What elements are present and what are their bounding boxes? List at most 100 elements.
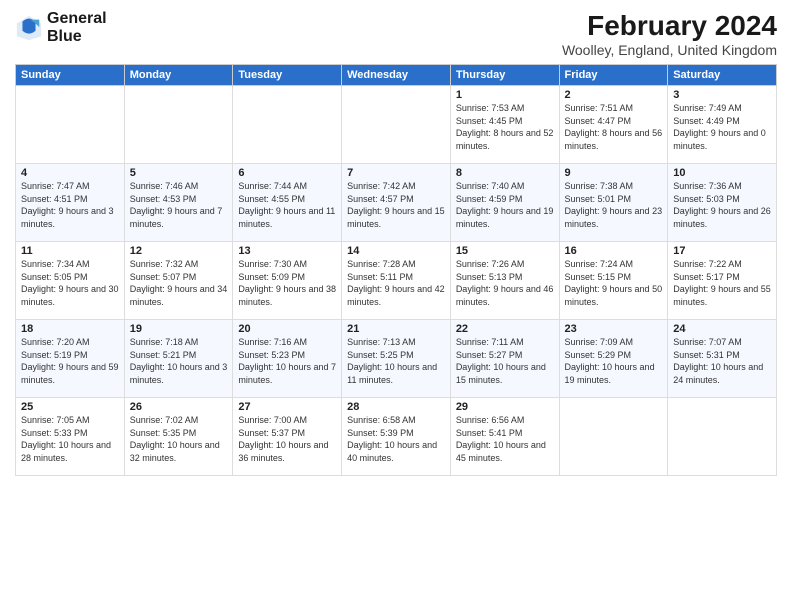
page: General Blue February 2024 Woolley, Engl… <box>0 0 792 612</box>
header: General Blue February 2024 Woolley, Engl… <box>15 10 777 58</box>
weekday-header: Thursday <box>450 65 559 86</box>
day-number: 11 <box>21 245 119 257</box>
calendar-cell: 5Sunrise: 7:46 AMSunset: 4:53 PMDaylight… <box>124 164 233 242</box>
day-number: 19 <box>130 323 228 335</box>
weekday-header: Wednesday <box>342 65 451 86</box>
day-number: 1 <box>456 89 554 101</box>
day-info: Sunrise: 7:18 AMSunset: 5:21 PMDaylight:… <box>130 336 228 386</box>
calendar-cell: 7Sunrise: 7:42 AMSunset: 4:57 PMDaylight… <box>342 164 451 242</box>
calendar-cell <box>16 86 125 164</box>
calendar-cell: 28Sunrise: 6:58 AMSunset: 5:39 PMDayligh… <box>342 398 451 476</box>
calendar-cell: 1Sunrise: 7:53 AMSunset: 4:45 PMDaylight… <box>450 86 559 164</box>
calendar-cell <box>559 398 668 476</box>
day-number: 29 <box>456 401 554 413</box>
calendar-week-row: 25Sunrise: 7:05 AMSunset: 5:33 PMDayligh… <box>16 398 777 476</box>
day-info: Sunrise: 7:28 AMSunset: 5:11 PMDaylight:… <box>347 258 445 308</box>
day-info: Sunrise: 7:47 AMSunset: 4:51 PMDaylight:… <box>21 180 119 230</box>
day-info: Sunrise: 7:20 AMSunset: 5:19 PMDaylight:… <box>21 336 119 386</box>
calendar-cell: 9Sunrise: 7:38 AMSunset: 5:01 PMDaylight… <box>559 164 668 242</box>
calendar-cell: 19Sunrise: 7:18 AMSunset: 5:21 PMDayligh… <box>124 320 233 398</box>
day-number: 20 <box>238 323 336 335</box>
day-info: Sunrise: 7:11 AMSunset: 5:27 PMDaylight:… <box>456 336 554 386</box>
day-info: Sunrise: 6:58 AMSunset: 5:39 PMDaylight:… <box>347 414 445 464</box>
calendar-cell: 22Sunrise: 7:11 AMSunset: 5:27 PMDayligh… <box>450 320 559 398</box>
calendar-cell: 21Sunrise: 7:13 AMSunset: 5:25 PMDayligh… <box>342 320 451 398</box>
calendar-cell: 15Sunrise: 7:26 AMSunset: 5:13 PMDayligh… <box>450 242 559 320</box>
calendar-cell <box>233 86 342 164</box>
day-info: Sunrise: 7:22 AMSunset: 5:17 PMDaylight:… <box>673 258 771 308</box>
weekday-header: Tuesday <box>233 65 342 86</box>
calendar-cell <box>124 86 233 164</box>
day-info: Sunrise: 7:24 AMSunset: 5:15 PMDaylight:… <box>565 258 663 308</box>
calendar-week-row: 4Sunrise: 7:47 AMSunset: 4:51 PMDaylight… <box>16 164 777 242</box>
day-number: 9 <box>565 167 663 179</box>
calendar-header-row: SundayMondayTuesdayWednesdayThursdayFrid… <box>16 65 777 86</box>
day-number: 26 <box>130 401 228 413</box>
calendar-cell: 20Sunrise: 7:16 AMSunset: 5:23 PMDayligh… <box>233 320 342 398</box>
calendar-week-row: 11Sunrise: 7:34 AMSunset: 5:05 PMDayligh… <box>16 242 777 320</box>
day-info: Sunrise: 7:40 AMSunset: 4:59 PMDaylight:… <box>456 180 554 230</box>
day-number: 21 <box>347 323 445 335</box>
day-info: Sunrise: 7:34 AMSunset: 5:05 PMDaylight:… <box>21 258 119 308</box>
day-number: 4 <box>21 167 119 179</box>
day-info: Sunrise: 7:16 AMSunset: 5:23 PMDaylight:… <box>238 336 336 386</box>
calendar-week-row: 18Sunrise: 7:20 AMSunset: 5:19 PMDayligh… <box>16 320 777 398</box>
day-info: Sunrise: 7:32 AMSunset: 5:07 PMDaylight:… <box>130 258 228 308</box>
calendar-cell: 3Sunrise: 7:49 AMSunset: 4:49 PMDaylight… <box>668 86 777 164</box>
day-number: 10 <box>673 167 771 179</box>
day-info: Sunrise: 7:42 AMSunset: 4:57 PMDaylight:… <box>347 180 445 230</box>
logo: General Blue <box>15 10 107 45</box>
weekday-header: Saturday <box>668 65 777 86</box>
day-number: 15 <box>456 245 554 257</box>
day-info: Sunrise: 7:00 AMSunset: 5:37 PMDaylight:… <box>238 414 336 464</box>
day-number: 6 <box>238 167 336 179</box>
calendar: SundayMondayTuesdayWednesdayThursdayFrid… <box>15 64 777 476</box>
day-number: 2 <box>565 89 663 101</box>
day-number: 12 <box>130 245 228 257</box>
day-info: Sunrise: 7:51 AMSunset: 4:47 PMDaylight:… <box>565 102 663 152</box>
weekday-header: Friday <box>559 65 668 86</box>
calendar-cell: 17Sunrise: 7:22 AMSunset: 5:17 PMDayligh… <box>668 242 777 320</box>
day-number: 13 <box>238 245 336 257</box>
main-title: February 2024 <box>562 10 777 42</box>
calendar-cell: 26Sunrise: 7:02 AMSunset: 5:35 PMDayligh… <box>124 398 233 476</box>
weekday-header: Sunday <box>16 65 125 86</box>
calendar-cell: 18Sunrise: 7:20 AMSunset: 5:19 PMDayligh… <box>16 320 125 398</box>
calendar-cell: 14Sunrise: 7:28 AMSunset: 5:11 PMDayligh… <box>342 242 451 320</box>
calendar-cell: 11Sunrise: 7:34 AMSunset: 5:05 PMDayligh… <box>16 242 125 320</box>
day-info: Sunrise: 7:02 AMSunset: 5:35 PMDaylight:… <box>130 414 228 464</box>
day-info: Sunrise: 7:36 AMSunset: 5:03 PMDaylight:… <box>673 180 771 230</box>
day-info: Sunrise: 7:53 AMSunset: 4:45 PMDaylight:… <box>456 102 554 152</box>
day-number: 28 <box>347 401 445 413</box>
day-info: Sunrise: 7:09 AMSunset: 5:29 PMDaylight:… <box>565 336 663 386</box>
day-number: 5 <box>130 167 228 179</box>
calendar-cell: 24Sunrise: 7:07 AMSunset: 5:31 PMDayligh… <box>668 320 777 398</box>
calendar-cell: 4Sunrise: 7:47 AMSunset: 4:51 PMDaylight… <box>16 164 125 242</box>
calendar-cell: 25Sunrise: 7:05 AMSunset: 5:33 PMDayligh… <box>16 398 125 476</box>
weekday-header: Monday <box>124 65 233 86</box>
calendar-week-row: 1Sunrise: 7:53 AMSunset: 4:45 PMDaylight… <box>16 86 777 164</box>
day-info: Sunrise: 7:07 AMSunset: 5:31 PMDaylight:… <box>673 336 771 386</box>
calendar-cell: 2Sunrise: 7:51 AMSunset: 4:47 PMDaylight… <box>559 86 668 164</box>
calendar-cell: 16Sunrise: 7:24 AMSunset: 5:15 PMDayligh… <box>559 242 668 320</box>
calendar-cell: 23Sunrise: 7:09 AMSunset: 5:29 PMDayligh… <box>559 320 668 398</box>
logo-icon <box>15 14 43 42</box>
calendar-cell: 27Sunrise: 7:00 AMSunset: 5:37 PMDayligh… <box>233 398 342 476</box>
day-info: Sunrise: 7:46 AMSunset: 4:53 PMDaylight:… <box>130 180 228 230</box>
day-number: 7 <box>347 167 445 179</box>
calendar-cell <box>668 398 777 476</box>
day-info: Sunrise: 6:56 AMSunset: 5:41 PMDaylight:… <box>456 414 554 464</box>
day-number: 14 <box>347 245 445 257</box>
day-info: Sunrise: 7:13 AMSunset: 5:25 PMDaylight:… <box>347 336 445 386</box>
day-number: 3 <box>673 89 771 101</box>
day-info: Sunrise: 7:49 AMSunset: 4:49 PMDaylight:… <box>673 102 771 152</box>
calendar-cell: 13Sunrise: 7:30 AMSunset: 5:09 PMDayligh… <box>233 242 342 320</box>
calendar-cell: 10Sunrise: 7:36 AMSunset: 5:03 PMDayligh… <box>668 164 777 242</box>
day-number: 8 <box>456 167 554 179</box>
day-info: Sunrise: 7:05 AMSunset: 5:33 PMDaylight:… <box>21 414 119 464</box>
day-number: 25 <box>21 401 119 413</box>
calendar-cell <box>342 86 451 164</box>
day-number: 23 <box>565 323 663 335</box>
calendar-cell: 8Sunrise: 7:40 AMSunset: 4:59 PMDaylight… <box>450 164 559 242</box>
day-number: 17 <box>673 245 771 257</box>
